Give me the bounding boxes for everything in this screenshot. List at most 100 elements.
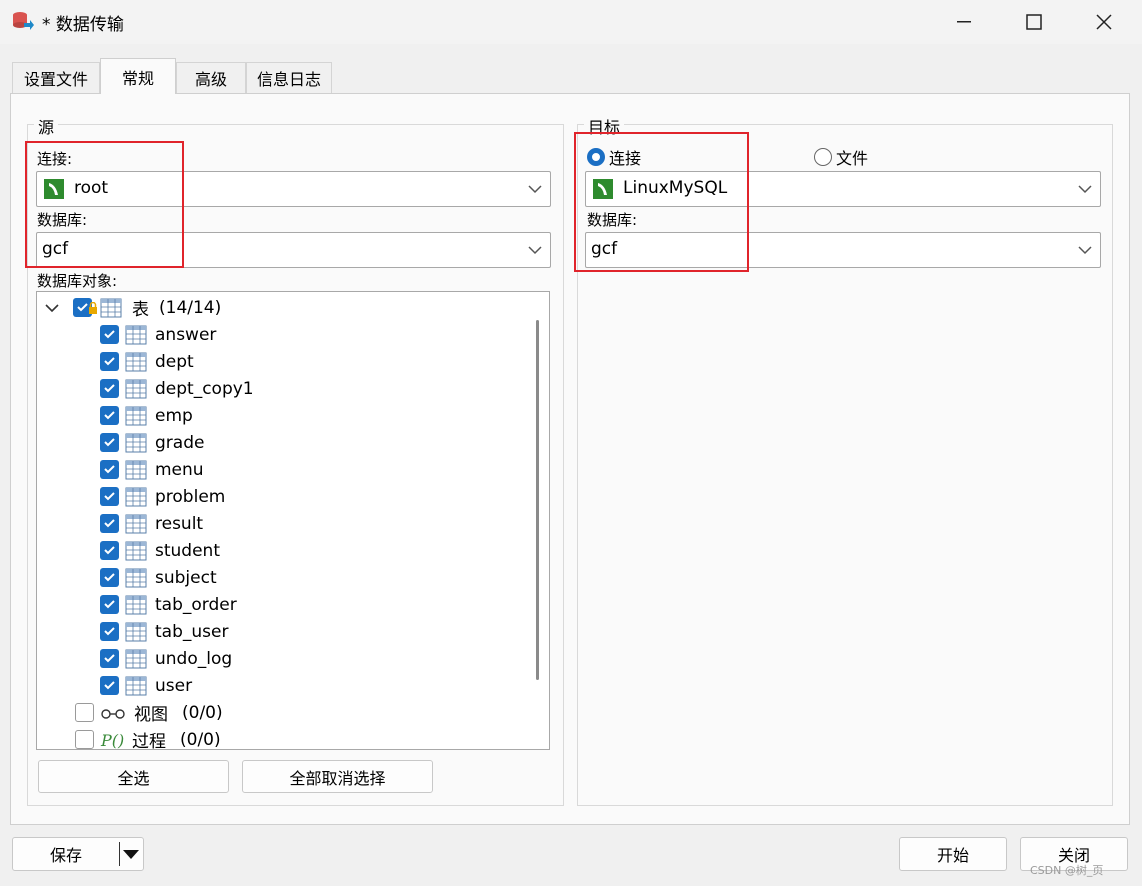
table-name: emp <box>155 405 193 426</box>
tab-general[interactable]: 常规 <box>100 58 176 94</box>
tab-advanced[interactable]: 高级 <box>176 62 246 93</box>
table-icon <box>125 676 147 695</box>
views-node-count: (0/0) <box>182 702 223 723</box>
table-checkbox[interactable] <box>100 541 119 560</box>
data-transfer-app-icon <box>13 12 34 30</box>
chevron-down-icon <box>528 246 542 255</box>
table-row[interactable]: problem <box>100 483 225 510</box>
radio-unselected-icon[interactable] <box>814 148 832 166</box>
table-checkbox[interactable] <box>100 649 119 668</box>
tab-info-log[interactable]: 信息日志 <box>246 62 332 93</box>
lock-icon <box>89 301 97 314</box>
tree-scrollbar[interactable] <box>536 320 539 680</box>
table-row[interactable]: grade <box>100 429 204 456</box>
tree-node-procedures[interactable]: P() 过程 (0/0) <box>75 726 221 750</box>
table-checkbox[interactable] <box>100 514 119 533</box>
maximize-icon <box>1026 14 1042 30</box>
table-icon <box>125 649 147 668</box>
save-split-button[interactable]: 保存 <box>12 837 144 871</box>
table-row[interactable]: tab_user <box>100 618 228 645</box>
table-name: tab_order <box>155 594 237 615</box>
table-icon <box>125 568 147 587</box>
source-group-label: 源 <box>34 114 59 138</box>
table-checkbox[interactable] <box>100 406 119 425</box>
chevron-down-icon <box>1078 185 1092 194</box>
table-row[interactable]: answer <box>100 321 216 348</box>
table-checkbox[interactable] <box>100 622 119 641</box>
select-all-button[interactable]: 全选 <box>38 760 229 793</box>
deselect-all-button[interactable]: 全部取消选择 <box>242 760 433 793</box>
table-name: menu <box>155 459 204 480</box>
table-name: problem <box>155 486 226 507</box>
tree-node-views[interactable]: 视图 (0/0) <box>75 699 223 726</box>
table-row[interactable]: undo_log <box>100 645 232 672</box>
table-row[interactable]: menu <box>100 456 204 483</box>
table-row[interactable]: subject <box>100 564 217 591</box>
table-checkbox[interactable] <box>100 568 119 587</box>
table-icon <box>125 433 147 452</box>
table-name: undo_log <box>155 648 233 669</box>
table-name: result <box>155 513 204 534</box>
procedures-node-count: (0/0) <box>180 729 221 750</box>
table-icon <box>125 595 147 614</box>
table-icon <box>100 298 122 317</box>
views-node-label: 视图 <box>134 705 168 725</box>
table-checkbox[interactable] <box>100 487 119 506</box>
table-row[interactable]: emp <box>100 402 193 429</box>
table-name: answer <box>155 324 217 345</box>
minimize-icon <box>957 21 971 23</box>
table-row[interactable]: tab_order <box>100 591 237 618</box>
table-checkbox[interactable] <box>100 379 119 398</box>
save-button-label[interactable]: 保存 <box>13 842 119 866</box>
table-icon <box>125 379 147 398</box>
table-checkbox[interactable] <box>100 595 119 614</box>
glasses-icon <box>101 708 125 719</box>
table-checkbox[interactable] <box>100 325 119 344</box>
svg-text:P(): P() <box>100 731 124 750</box>
table-checkbox[interactable] <box>100 433 119 452</box>
close-icon <box>1096 14 1112 30</box>
table-checkbox[interactable] <box>100 352 119 371</box>
database-objects-tree[interactable]: 表 (14/14) answer dept dept_copy1emp grade me… <box>36 291 550 750</box>
highlight-box-target <box>574 132 749 272</box>
table-icon <box>125 514 147 533</box>
table-row[interactable]: student <box>100 537 220 564</box>
table-row[interactable]: dept_copy1 <box>100 375 254 402</box>
tab-settings-file[interactable]: 设置文件 <box>12 62 100 93</box>
caret-down-icon[interactable] <box>120 848 142 860</box>
table-row[interactable]: result <box>100 510 203 537</box>
tree-node-tables[interactable]: 表 (14/14) <box>45 294 221 321</box>
table-icon <box>125 460 147 479</box>
chevron-down-icon <box>1078 246 1092 255</box>
table-icon <box>125 406 147 425</box>
window-title: * 数据传输 <box>42 15 124 35</box>
table-checkbox[interactable] <box>100 460 119 479</box>
chevron-down-icon[interactable] <box>45 303 59 313</box>
tables-node-count: (14/14) <box>159 297 222 318</box>
table-name: user <box>155 675 193 696</box>
highlight-box-source <box>25 141 184 268</box>
table-checkbox[interactable] <box>100 676 119 695</box>
table-icon <box>125 622 147 641</box>
procedures-checkbox[interactable] <box>75 730 94 749</box>
target-file-radio-label: 文件 <box>836 149 869 168</box>
database-objects-label: 数据库对象: <box>37 272 118 290</box>
table-name: tab_user <box>155 621 229 642</box>
watermark: CSDN @树_页 <box>1030 864 1104 877</box>
table-row[interactable]: user <box>100 672 192 699</box>
table-icon <box>125 541 147 560</box>
close-window-button[interactable] <box>1069 0 1139 44</box>
table-name: dept_copy1 <box>155 378 254 399</box>
maximize-button[interactable] <box>999 0 1069 44</box>
start-button[interactable]: 开始 <box>899 837 1007 871</box>
chevron-down-icon <box>528 185 542 194</box>
tables-node-label: 表 <box>132 300 149 320</box>
table-name: subject <box>155 567 217 588</box>
function-icon: P() <box>100 731 124 750</box>
views-checkbox[interactable] <box>75 703 94 722</box>
minimize-button[interactable] <box>929 0 999 44</box>
table-name: student <box>155 540 220 561</box>
table-row[interactable]: dept <box>100 348 194 375</box>
target-file-radio[interactable]: 文件 <box>814 145 868 169</box>
table-name: dept <box>155 351 194 372</box>
